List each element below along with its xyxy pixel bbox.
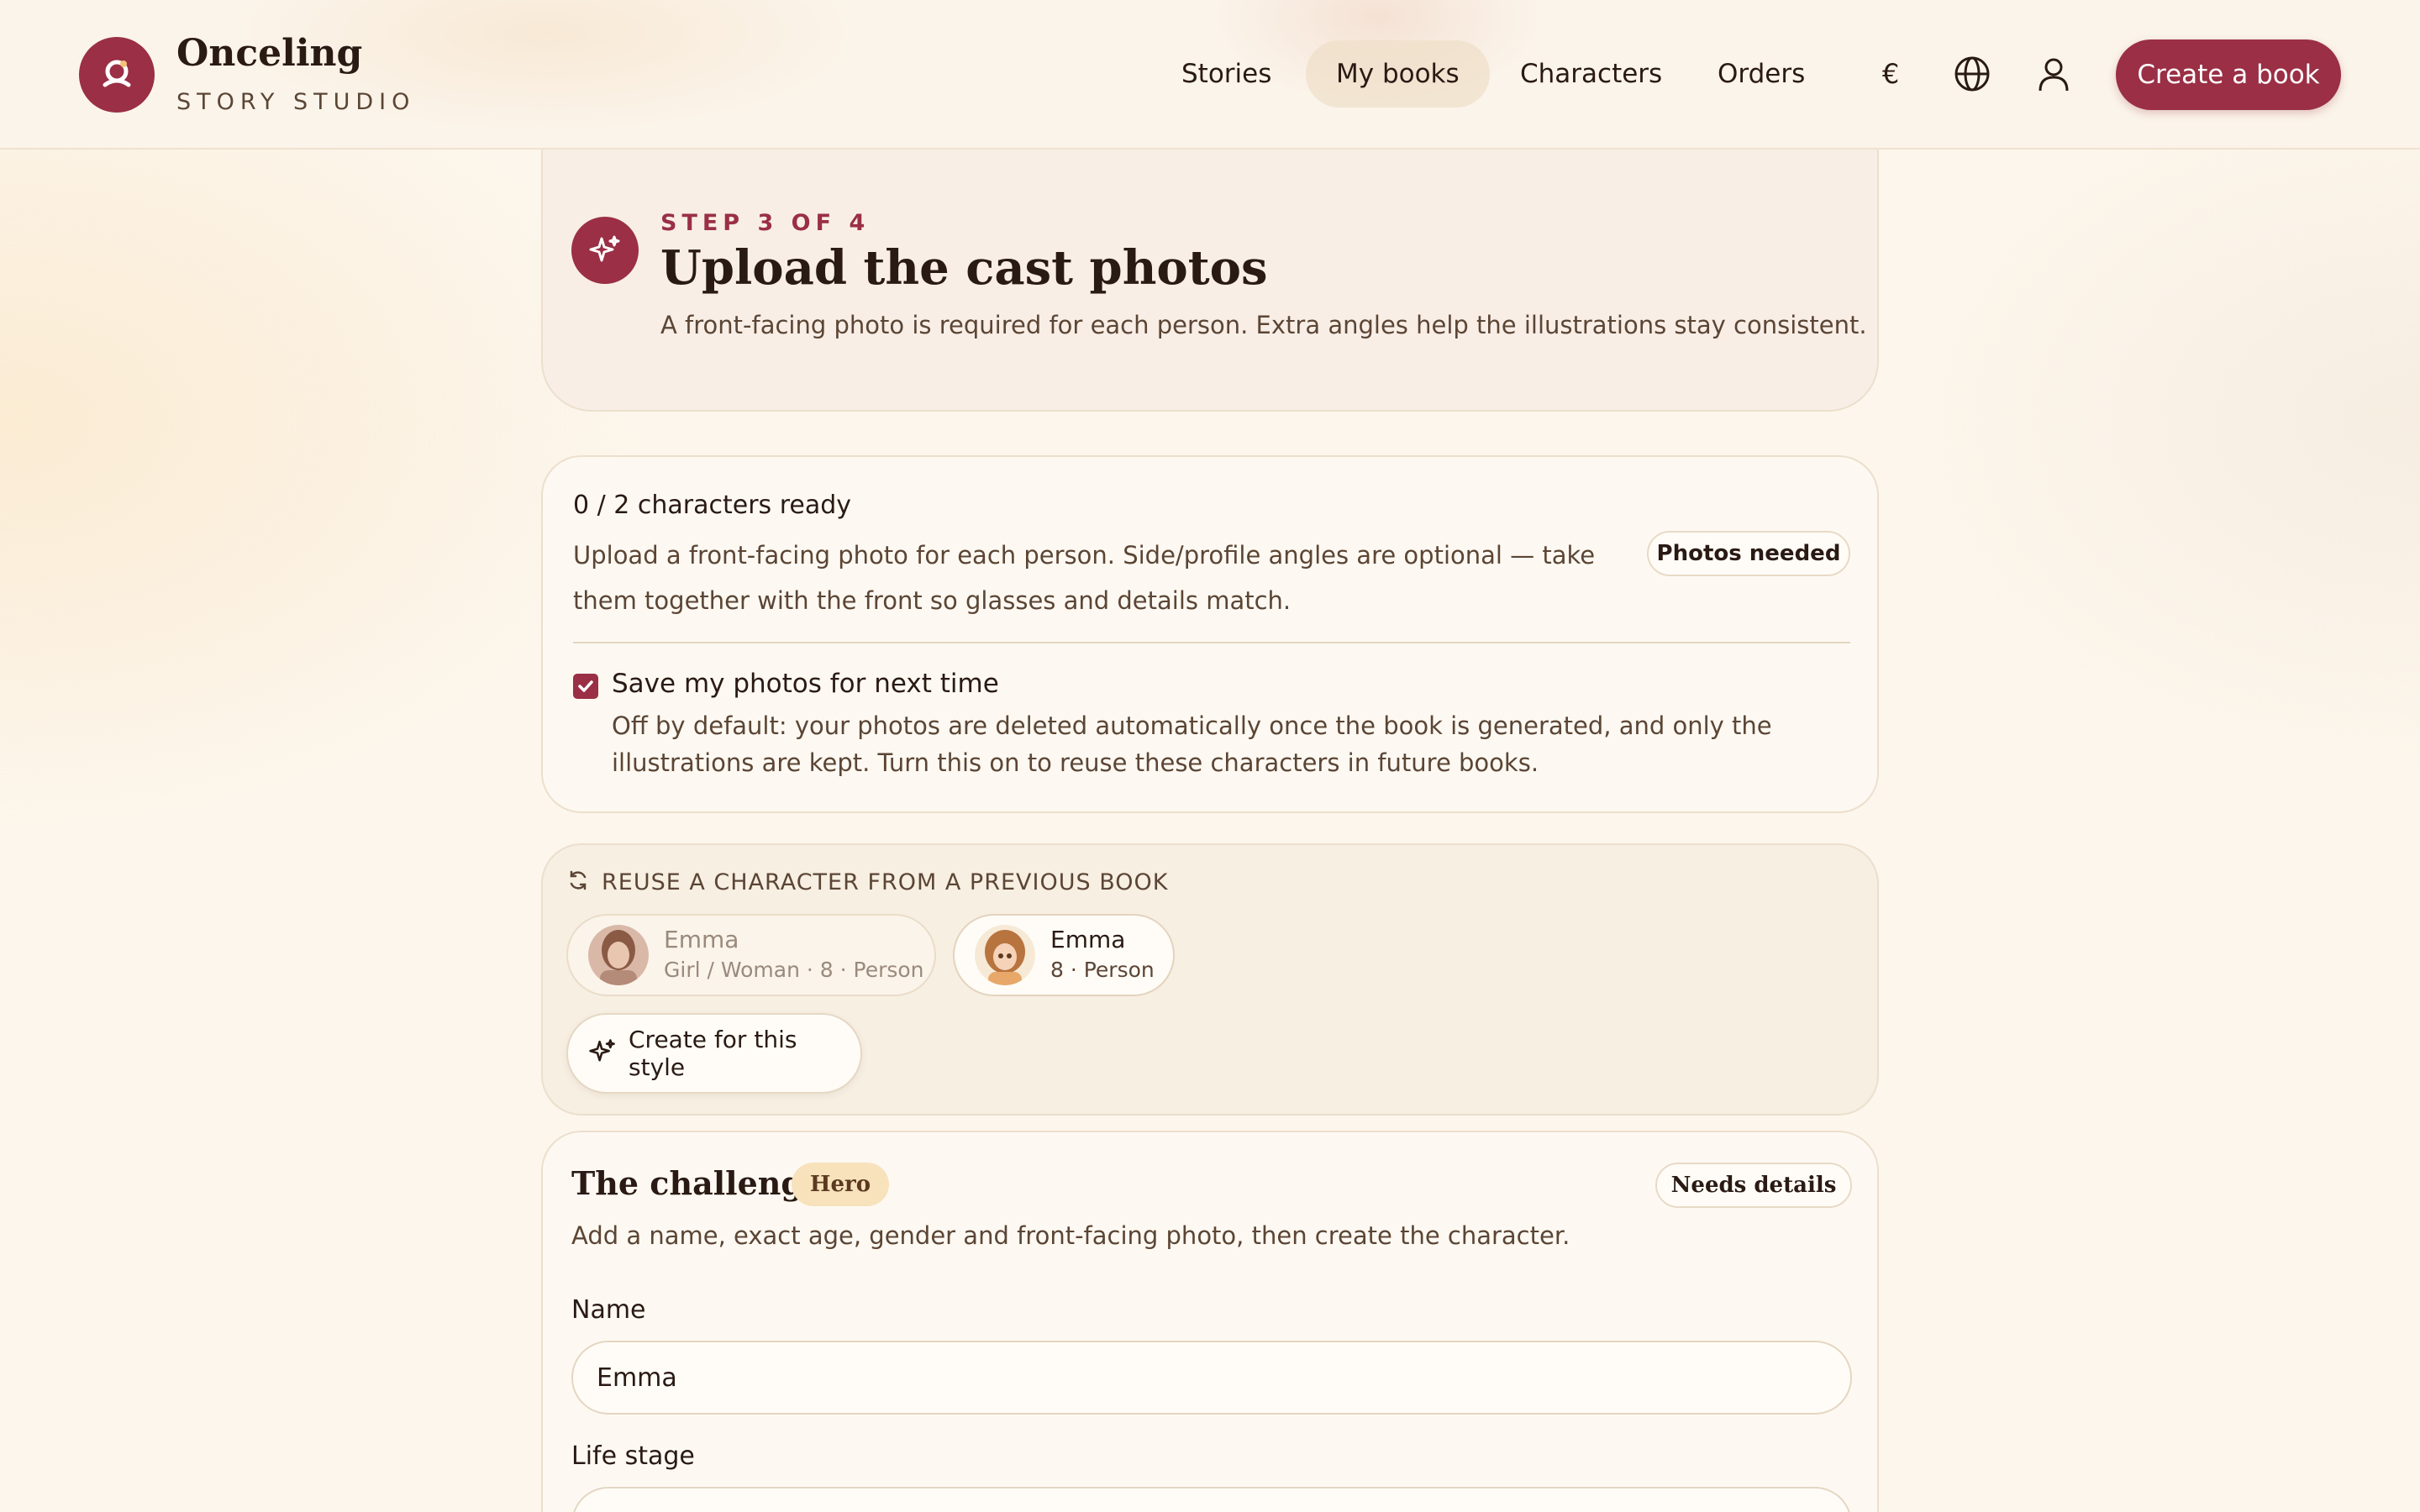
top-header: Onceling STORY STUDIO Stories My books C… [0, 0, 2420, 150]
nav-item-orders[interactable]: Orders [1687, 40, 1835, 108]
create-book-button[interactable]: Create a book [2116, 39, 2341, 110]
character-form-card: The challenger Hero Needs details Add a … [541, 1131, 1879, 1512]
sparkle-icon [571, 217, 639, 284]
ready-description: Upload a front-facing photo for each per… [573, 541, 1596, 615]
brand-logo-icon[interactable] [79, 37, 155, 113]
reuse-character-chip[interactable]: Emma Girl / Woman · 8 · Person [566, 914, 936, 996]
reuse-header: REUSE A CHARACTER FROM A PREVIOUS BOOK [566, 869, 1168, 895]
currency-button[interactable]: € [1870, 54, 1911, 94]
chip-name: Emma [664, 926, 739, 953]
chip-meta: 8 · Person [1050, 958, 1155, 982]
reuse-character-card: REUSE A CHARACTER FROM A PREVIOUS BOOK E… [541, 843, 1879, 1116]
step-indicator: STEP 3 OF 4 [660, 210, 871, 236]
status-badge: Needs details [1655, 1163, 1852, 1208]
brand-name[interactable]: Onceling [176, 32, 362, 75]
step-description: A front-facing photo is required for eac… [660, 311, 1867, 339]
reuse-title: REUSE A CHARACTER FROM A PREVIOUS BOOK [602, 869, 1169, 895]
life-stage-select[interactable] [571, 1487, 1852, 1512]
save-photos-checkbox[interactable] [573, 674, 598, 699]
name-field-label: Name [571, 1295, 646, 1325]
life-stage-label: Life stage [571, 1441, 695, 1471]
avatar [588, 925, 649, 985]
hero-badge: Hero [792, 1163, 889, 1206]
nav-item-characters[interactable]: Characters [1490, 40, 1692, 108]
reuse-character-chip[interactable]: Emma 8 · Person [953, 914, 1175, 996]
nav-item-stories[interactable]: Stories [1151, 40, 1302, 108]
sparkle-icon [588, 1037, 617, 1069]
save-photos-label[interactable]: Save my photos for next time [612, 669, 999, 699]
characters-ready-card: 0 / 2 characters ready Upload a front-fa… [541, 455, 1879, 813]
chip-name: Emma [1050, 926, 1126, 953]
save-photos-description: Off by default: your photos are deleted … [612, 711, 1772, 777]
ready-count: 0 / 2 characters ready [573, 491, 852, 520]
photos-needed-badge: Photos needed [1647, 531, 1850, 576]
character-form-description: Add a name, exact age, gender and front-… [571, 1221, 1570, 1250]
create-for-style-button[interactable]: Create for this style [566, 1013, 862, 1094]
avatar [975, 925, 1035, 985]
brand-subtitle: STORY STUDIO [176, 89, 416, 115]
page-title: Upload the cast photos [660, 240, 1268, 296]
chip-meta: Girl / Woman · 8 · Person [664, 958, 924, 982]
name-input[interactable] [571, 1341, 1852, 1415]
step-header-card: STEP 3 OF 4 Upload the cast photos A fro… [541, 150, 1879, 412]
create-for-style-label: Create for this style [629, 1026, 797, 1081]
nav-item-my-books[interactable]: My books [1306, 40, 1490, 108]
globe-icon[interactable] [1952, 54, 1992, 94]
refresh-icon [566, 869, 590, 895]
divider [573, 642, 1850, 643]
user-account-icon[interactable] [2033, 54, 2074, 94]
